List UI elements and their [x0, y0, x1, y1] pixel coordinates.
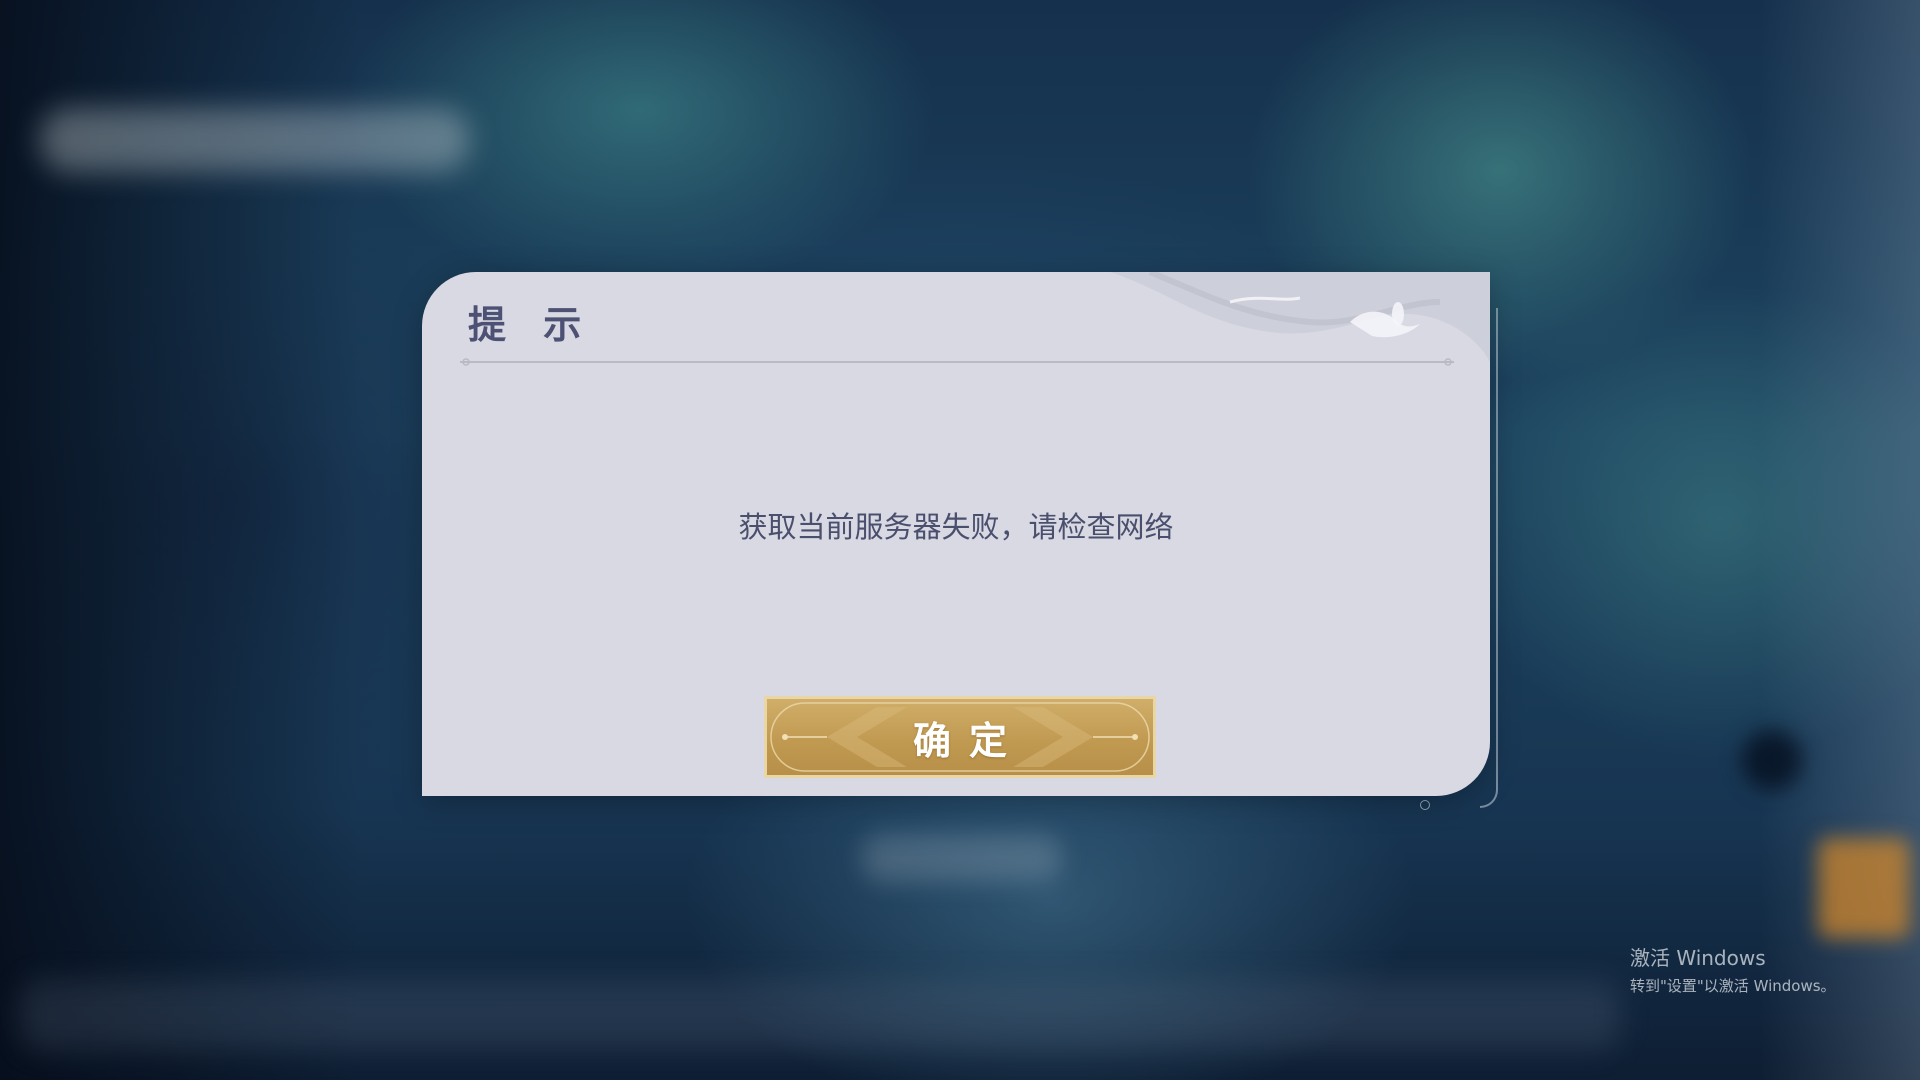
- watermark-title: 激活 Windows: [1630, 946, 1766, 970]
- confirm-button[interactable]: 确定: [764, 696, 1156, 778]
- blurred-background-button: [862, 834, 1062, 882]
- windows-activation-watermark: 激活 Windows 转到"设置"以激活 Windows。: [1630, 942, 1836, 996]
- blurred-background-dark-spot: [1742, 730, 1802, 790]
- error-message: 获取当前服务器失败，请检查网络: [738, 510, 1174, 544]
- dialog-title: 提 示: [468, 302, 594, 347]
- blurred-background-footer-text: [20, 980, 1620, 1050]
- blurred-background-orange-icon: [1818, 838, 1910, 938]
- alert-dialog: 提 示 获取当前服务器失败，请检查网络 确定: [422, 272, 1490, 796]
- watermark-subtitle: 转到"设置"以激活 Windows。: [1630, 977, 1836, 995]
- blurred-background-title: [40, 108, 470, 172]
- title-divider: [460, 358, 1454, 366]
- confirm-button-label: 确定: [912, 717, 1025, 763]
- corner-ornament-icon: [1110, 272, 1490, 362]
- dialog-frame-ornament: [1420, 800, 1430, 810]
